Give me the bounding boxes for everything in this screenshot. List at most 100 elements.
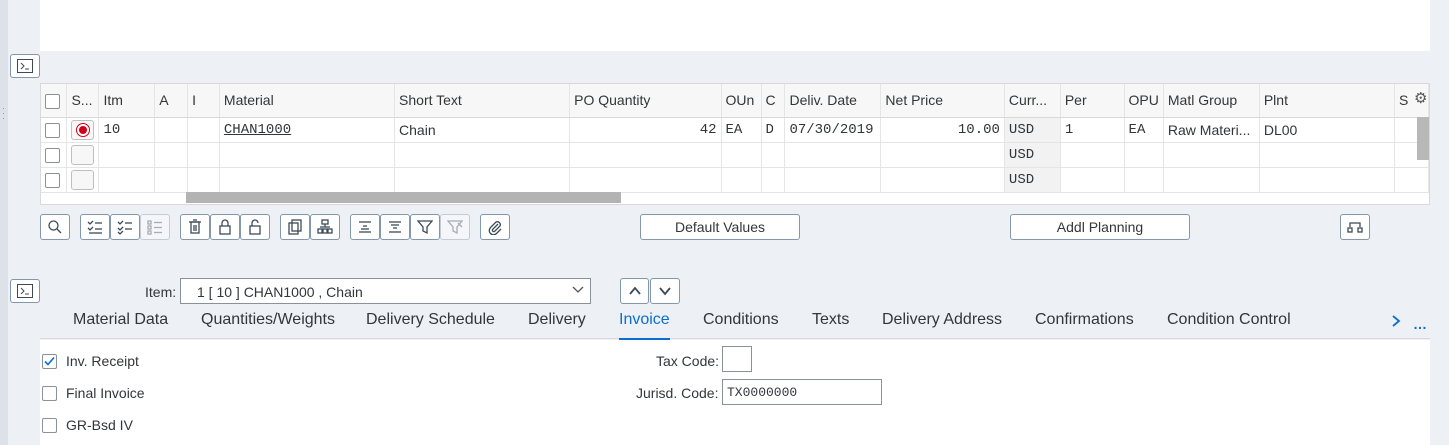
cell-i[interactable] — [187, 167, 220, 193]
col-header-po-quantity[interactable]: PO Quantity — [569, 84, 722, 118]
final-invoice-checkbox[interactable] — [42, 384, 57, 401]
details-button[interactable] — [40, 214, 70, 240]
cell-deliv-date[interactable]: 07/30/2019 — [784, 117, 882, 143]
next-item-button[interactable] — [650, 278, 680, 304]
table-row[interactable]: USD — [41, 142, 1429, 168]
cell-opu[interactable] — [1124, 142, 1164, 168]
cell-c[interactable] — [761, 167, 786, 193]
cell-net-price[interactable] — [880, 142, 1005, 168]
inv-receipt-checkbox[interactable] — [42, 352, 57, 369]
cell-c[interactable] — [761, 142, 786, 168]
cell-a[interactable] — [154, 142, 189, 168]
cell-per[interactable] — [1060, 142, 1125, 168]
col-header-i[interactable]: I — [187, 84, 220, 118]
item-select[interactable]: 1 [ 10 ] CHAN1000 , Chain — [180, 278, 591, 304]
col-header-curr[interactable]: Curr... — [1004, 84, 1061, 118]
row-select-cell[interactable] — [41, 167, 68, 193]
cell-per[interactable] — [1060, 167, 1125, 193]
col-header-status[interactable]: S... — [66, 84, 100, 118]
deselect-all-button[interactable] — [140, 214, 170, 240]
vertical-scrollbar[interactable] — [1417, 117, 1429, 160]
cell-oun[interactable] — [721, 167, 762, 193]
row-checkbox[interactable] — [45, 147, 60, 163]
gr-bsd-iv-checkbox[interactable] — [42, 416, 57, 433]
cell-oun[interactable]: EA — [721, 117, 762, 143]
cell-plnt[interactable]: DL00 — [1259, 117, 1396, 143]
tab-condition-control[interactable]: Condition Control — [1167, 311, 1291, 329]
cell-material[interactable]: CHAN1000 — [219, 117, 396, 143]
horizontal-scrollbar[interactable] — [186, 192, 621, 203]
attachment-button[interactable] — [480, 214, 510, 240]
table-row[interactable]: 10 CHAN1000 Chain 42 EA D 07/30/2019 10.… — [41, 117, 1429, 143]
previous-item-button[interactable] — [620, 278, 649, 304]
tab-material-data[interactable]: Material Data — [73, 311, 168, 329]
copy-button[interactable] — [280, 214, 310, 240]
cell-opu[interactable]: EA — [1124, 117, 1164, 143]
status-cell[interactable] — [66, 117, 100, 143]
tab-invoice[interactable]: Invoice — [619, 311, 670, 341]
tab-conditions[interactable]: Conditions — [703, 311, 779, 329]
cell-itm[interactable]: 10 — [98, 117, 156, 143]
cell-short-text[interactable] — [394, 167, 571, 193]
cell-material[interactable] — [219, 167, 396, 193]
unlock-button[interactable] — [240, 214, 270, 240]
material-link[interactable]: CHAN1000 — [224, 122, 291, 138]
cell-short-text[interactable]: Chain — [394, 117, 571, 143]
row-checkbox[interactable] — [45, 122, 60, 138]
col-header-material[interactable]: Material — [219, 84, 396, 118]
cell-a[interactable] — [154, 117, 189, 143]
col-header-short-text[interactable]: Short Text — [394, 84, 571, 118]
hierarchy-button[interactable] — [310, 214, 340, 240]
col-header-oun[interactable]: OUn — [721, 84, 762, 118]
status-button[interactable] — [71, 144, 95, 165]
table-settings-gear-icon[interactable]: ⚙ — [1414, 89, 1427, 107]
tab-delivery-address[interactable]: Delivery Address — [882, 311, 1002, 329]
addl-planning-button[interactable]: Addl Planning — [1010, 214, 1190, 240]
tabs-scroll-right-icon[interactable] — [1391, 314, 1401, 331]
tab-quantities-weights[interactable]: Quantities/Weights — [201, 311, 335, 329]
default-values-button[interactable]: Default Values — [640, 214, 800, 240]
cell-matl-group[interactable]: Raw Materi... — [1163, 117, 1260, 143]
left-resize-bar[interactable] — [0, 0, 8, 445]
cell-itm[interactable] — [98, 142, 156, 168]
cell-s[interactable] — [1394, 167, 1429, 193]
cell-po-quantity[interactable]: 42 — [569, 117, 722, 143]
cell-i[interactable] — [187, 117, 220, 143]
cell-short-text[interactable] — [394, 142, 571, 168]
col-header-matl-group[interactable]: Matl Group — [1163, 84, 1260, 118]
col-header-net-price[interactable]: Net Price — [880, 84, 1005, 118]
row-select-cell[interactable] — [41, 117, 68, 143]
status-error-button[interactable] — [71, 119, 95, 140]
tax-code-field[interactable] — [722, 346, 752, 372]
col-header-per[interactable]: Per — [1060, 84, 1125, 118]
cell-c[interactable]: D — [761, 117, 786, 143]
status-cell[interactable] — [66, 167, 100, 193]
col-header-deliv-date[interactable]: Deliv. Date — [784, 84, 882, 118]
cell-deliv-date[interactable] — [784, 142, 882, 168]
col-header-c[interactable]: C — [761, 84, 786, 118]
table-row[interactable]: USD — [41, 167, 1429, 193]
cell-deliv-date[interactable] — [784, 167, 882, 193]
tab-texts[interactable]: Texts — [812, 311, 849, 329]
sort-descending-button[interactable] — [380, 214, 410, 240]
tabs-overflow-icon[interactable]: … — [1413, 316, 1427, 332]
cell-plnt[interactable] — [1259, 167, 1396, 193]
cell-plnt[interactable] — [1259, 142, 1396, 168]
remove-filter-button[interactable] — [440, 214, 470, 240]
cell-po-quantity[interactable] — [569, 142, 722, 168]
collapse-items-button[interactable] — [10, 54, 40, 78]
row-select-cell[interactable] — [41, 142, 68, 168]
select-all-button[interactable] — [80, 214, 110, 240]
cell-net-price[interactable] — [880, 167, 1005, 193]
row-checkbox[interactable] — [45, 172, 60, 188]
cell-i[interactable] — [187, 142, 220, 168]
cell-material[interactable] — [219, 142, 396, 168]
select-all-cell[interactable] — [41, 84, 68, 118]
collapse-item-detail-button[interactable] — [10, 279, 40, 303]
tab-confirmations[interactable]: Confirmations — [1035, 311, 1134, 329]
status-button[interactable] — [71, 169, 95, 190]
col-header-itm[interactable]: Itm — [98, 84, 156, 118]
cell-opu[interactable] — [1124, 167, 1164, 193]
cell-per[interactable]: 1 — [1060, 117, 1125, 143]
tab-delivery-schedule[interactable]: Delivery Schedule — [366, 311, 495, 329]
